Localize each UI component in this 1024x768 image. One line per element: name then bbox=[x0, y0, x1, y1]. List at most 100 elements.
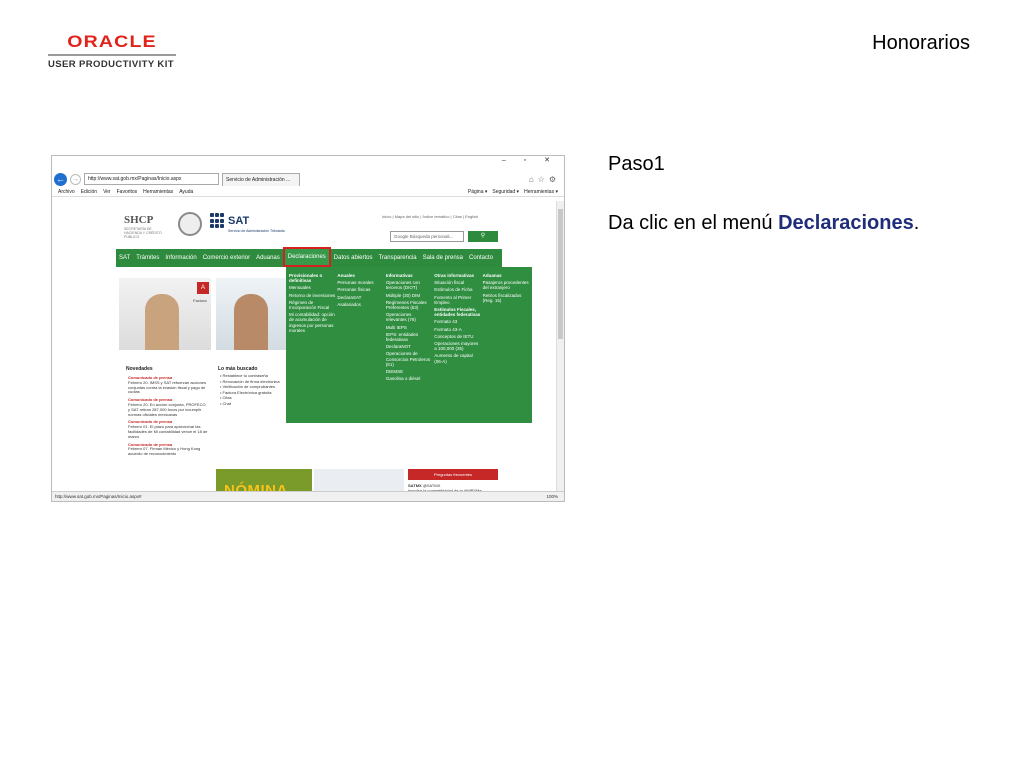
search-input[interactable]: Google Búsqueda personali... bbox=[390, 231, 464, 242]
sat-logo[interactable]: SAT bbox=[210, 213, 249, 229]
cmd-herramientas[interactable]: Herramientas ▾ bbox=[524, 189, 558, 195]
nav-sala-prensa[interactable]: Sala de prensa bbox=[420, 255, 466, 261]
step-label: Paso1 bbox=[608, 153, 665, 175]
zoom-level[interactable]: 100% bbox=[546, 492, 558, 501]
title-bar: – ▫ ✕ bbox=[52, 156, 564, 171]
menu-favoritos[interactable]: Favoritos bbox=[117, 189, 138, 195]
dropdown-column: Provisionales o definitivas Mensuales Re… bbox=[289, 273, 335, 417]
search-icon[interactable]: ⚲ bbox=[468, 231, 498, 242]
dropdown-item[interactable]: Mensuales bbox=[289, 285, 335, 290]
preguntas-button[interactable]: Preguntas frecuentes bbox=[408, 469, 498, 480]
nav-tramites[interactable]: Trámites bbox=[133, 255, 162, 261]
dropdown-item[interactable]: Mi contabilidad: opción de acumulación d… bbox=[289, 312, 335, 333]
list-item[interactable]: • Chat bbox=[220, 401, 285, 407]
menu-ayuda[interactable]: Ayuda bbox=[179, 189, 193, 195]
dropdown-item[interactable]: Conceptos de IETU bbox=[434, 334, 480, 339]
scroll-thumb[interactable] bbox=[558, 209, 563, 339]
contribuyente-banner[interactable] bbox=[216, 278, 286, 350]
menu-archivo[interactable]: Archivo bbox=[58, 189, 75, 195]
popular-title: Lo más buscado bbox=[218, 366, 258, 372]
dropdown-item[interactable]: DeclaraNOT bbox=[386, 344, 432, 349]
dropdown-heading[interactable]: Aduanas bbox=[483, 273, 529, 278]
sat-subtitle: Servicio de Administración Tributaria bbox=[228, 229, 285, 233]
dropdown-item[interactable]: Personas morales bbox=[337, 280, 383, 285]
logo-divider bbox=[48, 54, 176, 56]
dropdown-item[interactable]: Situación fiscal bbox=[434, 280, 480, 285]
popular-list: • Restablece tu contraseña • Renovación … bbox=[220, 373, 285, 407]
nav-sat[interactable]: SAT bbox=[116, 255, 133, 261]
dropdown-item[interactable]: Regímenes Fiscales Preferentes (63) bbox=[386, 300, 432, 310]
dropdown-item[interactable]: Múltiple (30) DIM bbox=[386, 293, 432, 298]
person-image bbox=[234, 294, 268, 350]
list-item[interactable]: Comunicado de prensa Febrero 20. En acció… bbox=[128, 397, 208, 417]
factura-label: Factura bbox=[193, 298, 207, 303]
list-item[interactable]: Comunicado de prensa Febrero 20. IMSS y S… bbox=[128, 375, 208, 395]
dropdown-item[interactable]: Multi IEPS bbox=[386, 325, 432, 330]
sat-header: SHCP SECRETARÍA DE HACIENDA Y CRÉDITO PÚ… bbox=[116, 209, 506, 249]
status-bar: http://www.sat.gob.mx/Paginas/Inicio.asp… bbox=[52, 491, 564, 501]
dropdown-subheading[interactable]: Estímulos Fiscales, entidades federativa… bbox=[434, 307, 480, 317]
dropdown-heading[interactable]: Otras informativas bbox=[434, 273, 480, 278]
person-image bbox=[145, 294, 179, 350]
scrollbar[interactable] bbox=[556, 201, 564, 493]
sat-wordmark: SAT bbox=[228, 215, 250, 227]
news-text: Febrero 20. En acción conjunta, PROFECO … bbox=[128, 401, 206, 417]
nav-informacion[interactable]: Información bbox=[162, 255, 199, 261]
main-nav: SAT Trámites Información Comercio exteri… bbox=[116, 247, 502, 267]
dropdown-item[interactable]: Gasolina o diésel bbox=[386, 376, 432, 381]
dropdown-item[interactable]: Operaciones con terceros (DIOT) bbox=[386, 280, 432, 290]
instruction-suffix: . bbox=[913, 212, 920, 234]
dropdown-item[interactable]: Estímulos de Ficha bbox=[434, 287, 480, 292]
status-url: http://www.sat.gob.mx/Paginas/Inicio.asp… bbox=[55, 494, 142, 499]
dropdown-item[interactable]: Formato 43 bbox=[434, 319, 480, 324]
cmd-pagina[interactable]: Página ▾ bbox=[468, 189, 487, 195]
dropdown-item[interactable]: Régimen de Incorporación Fiscal bbox=[289, 300, 335, 310]
dropdown-heading[interactable]: Informativas bbox=[386, 273, 432, 278]
dropdown-item[interactable]: Operaciones de Consorcios Petroleros (81… bbox=[386, 351, 432, 367]
dropdown-item[interactable]: IEPS: entidades federativas bbox=[386, 332, 432, 342]
menu-ver[interactable]: Ver bbox=[103, 189, 111, 195]
web-page: SHCP SECRETARÍA DE HACIENDA Y CRÉDITO PÚ… bbox=[52, 201, 558, 501]
dropdown-item[interactable]: Aumento de capital (06-A) bbox=[434, 353, 480, 363]
menu-edicion[interactable]: Edición bbox=[81, 189, 97, 195]
cmd-seguridad[interactable]: Seguridad ▾ bbox=[492, 189, 519, 195]
forward-icon[interactable]: → bbox=[70, 173, 81, 185]
address-bar[interactable]: http://www.sat.gob.mx/Paginas/Inicio.asp… bbox=[84, 173, 219, 185]
nav-contacto[interactable]: Contacto bbox=[466, 255, 496, 261]
page-title: Honorarios bbox=[872, 32, 970, 54]
novedades-title: Novedades bbox=[126, 366, 153, 372]
dropdown-heading[interactable]: Anuales bbox=[337, 273, 383, 278]
dropdown-item[interactable]: Operaciones relevantes (76) bbox=[386, 312, 432, 322]
dropdown-item[interactable]: Operaciones mayores a 100,000 (35) bbox=[434, 341, 480, 351]
list-item[interactable]: Comunicado de prensa Febrero 01. El plazo… bbox=[128, 419, 208, 439]
step-instruction: Da clic en el menú Declaraciones. bbox=[608, 212, 919, 235]
dropdown-item[interactable]: Retorno de inversiones bbox=[289, 293, 335, 298]
shcp-logo[interactable]: SHCP bbox=[124, 214, 153, 226]
command-bar: Página ▾ Seguridad ▾ Herramientas ▾ bbox=[468, 189, 564, 195]
dropdown-heading[interactable]: Provisionales o definitivas bbox=[289, 273, 335, 283]
back-icon[interactable]: ← bbox=[54, 172, 67, 186]
menu-herramientas[interactable]: Herramientas bbox=[143, 189, 173, 195]
nav-aduanas[interactable]: Aduanas bbox=[253, 255, 283, 261]
nav-datos-abiertos[interactable]: Datos abiertos bbox=[331, 255, 376, 261]
dropdown-item[interactable]: Personas físicas bbox=[337, 287, 383, 292]
dropdown-item[interactable]: Formato 43-A bbox=[434, 327, 480, 332]
news-text: Febrero 07. Firman México y Hong Kong ac… bbox=[128, 446, 201, 457]
browser-tab[interactable]: Servicio de Administración ... bbox=[222, 172, 300, 186]
window-controls[interactable]: – ▫ ✕ bbox=[502, 156, 558, 164]
dropdown-item[interactable]: Pasajeros procedentes del extranjero bbox=[483, 280, 529, 290]
dropdown-item[interactable]: Retiros fiscalizados (Reg. 15) bbox=[483, 293, 529, 303]
nav-transparencia[interactable]: Transparencia bbox=[375, 255, 419, 261]
list-item[interactable]: Comunicado de prensa Febrero 07. Firman M… bbox=[128, 442, 208, 457]
dropdown-item[interactable]: DIEMSE bbox=[386, 369, 432, 374]
dropdown-item[interactable]: Fomento al Primer Empleo bbox=[434, 295, 480, 305]
dropdown-item[interactable]: Asalariados bbox=[337, 302, 383, 307]
top-links[interactable]: Inicio | Mapa del sitio | Índice temátic… bbox=[382, 214, 478, 219]
nav-declaraciones[interactable]: Declaraciones bbox=[282, 247, 331, 267]
factura-badge: A bbox=[197, 282, 209, 294]
sat-dots-icon bbox=[210, 213, 226, 229]
dropdown-item[interactable]: DeclaraSAT bbox=[337, 295, 383, 300]
toolbar-icons[interactable]: ⌂☆⚙ bbox=[529, 175, 564, 184]
oracle-brand: ORACLE bbox=[67, 32, 157, 51]
nav-comercio-exterior[interactable]: Comercio exterior bbox=[200, 255, 253, 261]
